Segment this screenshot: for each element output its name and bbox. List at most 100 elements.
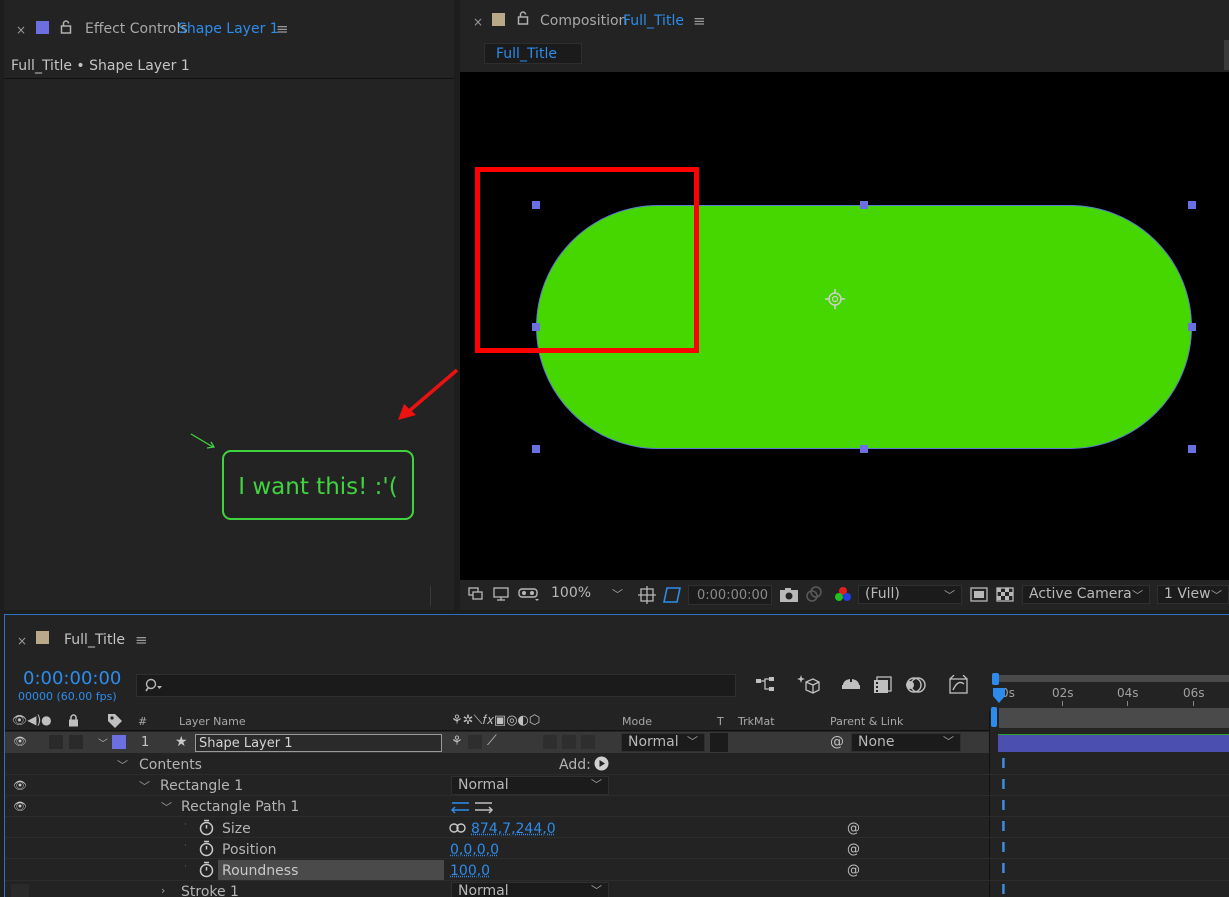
channel-rgb-icon[interactable]: [834, 586, 852, 608]
resize-handle[interactable]: [430, 586, 431, 606]
add-shape-icon[interactable]: [594, 756, 609, 775]
panel-menu-icon[interactable]: ≡: [135, 633, 148, 648]
stroke-blend-dropdown[interactable]: Normal ﹀: [451, 882, 609, 897]
vr-goggles-icon[interactable]: [518, 586, 540, 606]
resolution-dropdown[interactable]: (Full) ﹀: [858, 585, 962, 604]
column-mode: Mode: [622, 715, 652, 728]
chevron-down-icon[interactable]: ﹀: [139, 778, 150, 794]
transparency-grid-icon[interactable]: [996, 586, 1014, 608]
eye-icon[interactable]: 👁: [13, 800, 27, 813]
effect-controls-tab-layer[interactable]: Shape Layer 1: [178, 22, 279, 36]
zoom-dropdown[interactable]: 100% ﹀: [545, 585, 629, 604]
quality-switch-icon[interactable]: ⟋: [487, 734, 497, 748]
camera-dropdown[interactable]: Active Camera ﹀: [1022, 585, 1150, 604]
lock-toggle[interactable]: [69, 735, 83, 749]
scrollbar[interactable]: [1224, 40, 1229, 70]
column-layer-name[interactable]: Layer Name: [179, 716, 246, 727]
effect-controls-tab-label[interactable]: Effect Controls: [85, 22, 188, 36]
comp-flowchart-icon[interactable]: [755, 676, 777, 698]
solo-toggle[interactable]: [49, 735, 63, 749]
bounding-box-handle[interactable]: [532, 445, 540, 453]
stopwatch-icon[interactable]: [199, 861, 214, 882]
composition-tab-label[interactable]: Composition: [540, 14, 627, 28]
position-value[interactable]: 0,0,0,0: [450, 843, 499, 857]
timecode-field[interactable]: 0:00:00:00: [688, 585, 772, 605]
chevron-down-icon[interactable]: ﹀: [161, 799, 172, 815]
mask-visibility-icon[interactable]: [661, 585, 683, 609]
anchor-point-icon[interactable]: [824, 288, 846, 310]
effect-switch[interactable]: [543, 735, 557, 749]
comp-tab-button[interactable]: Full_Title: [484, 43, 582, 64]
roundness-value[interactable]: 100,0: [450, 864, 490, 878]
frame-rate-display: 00000 (60.00 fps): [18, 690, 117, 703]
lock-icon[interactable]: [517, 11, 529, 29]
always-preview-icon[interactable]: [468, 586, 484, 606]
panel-menu-icon[interactable]: ≡: [276, 22, 289, 37]
close-effect-controls-button[interactable]: ×: [16, 24, 26, 36]
views-dropdown[interactable]: 1 View ﹀: [1157, 585, 1229, 604]
expression-pickwhip-icon[interactable]: @: [847, 863, 860, 878]
work-area-start-handle[interactable]: [992, 673, 999, 685]
layer-name-field[interactable]: Shape Layer 1: [195, 734, 442, 752]
constrain-proportions-icon[interactable]: [449, 822, 467, 838]
expression-pickwhip-icon[interactable]: @: [847, 842, 860, 857]
camera-snapshot-icon[interactable]: [779, 586, 799, 607]
pane-divider[interactable]: [989, 711, 990, 897]
parent-dropdown[interactable]: None ﹀: [851, 733, 961, 752]
composition-viewer[interactable]: [460, 72, 1229, 580]
roundness-highlight[interactable]: Roundness: [218, 860, 444, 880]
column-t: T: [717, 715, 724, 728]
timeline-tab-title[interactable]: Full_Title: [64, 633, 125, 647]
chevron-right-icon[interactable]: ›: [161, 884, 165, 897]
frame-blend-switch[interactable]: [562, 735, 576, 749]
bounding-box-handle[interactable]: [1188, 323, 1196, 331]
composition-tab-name[interactable]: Full_Title: [623, 14, 684, 28]
av-features-icons: 👁◀)●: [12, 713, 52, 727]
grid-guides-icon[interactable]: [637, 585, 657, 609]
stroke-label[interactable]: Stroke 1: [181, 885, 239, 897]
bounding-box-handle[interactable]: [1188, 201, 1196, 209]
monitor-icon[interactable]: [493, 586, 509, 606]
rectangle-blend-dropdown[interactable]: Normal ﹀: [451, 776, 609, 795]
draft-3d-icon[interactable]: [797, 674, 821, 700]
search-input[interactable]: [136, 674, 736, 697]
region-of-interest-icon[interactable]: [970, 586, 988, 608]
size-value[interactable]: 874,7,244,0: [471, 822, 556, 836]
preserve-transparency-toggle[interactable]: [710, 733, 728, 752]
lock-icon[interactable]: [60, 20, 72, 38]
close-composition-button[interactable]: ×: [473, 16, 483, 28]
visibility-toggle[interactable]: [11, 884, 29, 897]
collapse-switch[interactable]: [468, 735, 482, 749]
playhead-icon[interactable]: [992, 687, 1006, 705]
ruler-tick: [1193, 701, 1194, 706]
bounding-box-handle[interactable]: [1188, 445, 1196, 453]
time-navigator-bar[interactable]: [999, 708, 1229, 728]
rectangle-label[interactable]: Rectangle 1: [160, 779, 243, 793]
show-snapshot-icon[interactable]: [805, 586, 823, 607]
frame-blending-icon[interactable]: [873, 676, 893, 698]
motion-blur-switch[interactable]: [581, 735, 595, 749]
layer-label-color[interactable]: [112, 735, 126, 749]
layer-row[interactable]: 👁 ﹀ 1 ★ Shape Layer 1 ⚘ ⟋ Normal ﹀ @ None…: [5, 732, 989, 753]
chevron-down-icon[interactable]: ﹀: [117, 757, 128, 773]
shy-switch-icon[interactable]: ⚘: [451, 735, 463, 748]
layer-mode-dropdown[interactable]: Normal ﹀: [621, 733, 705, 752]
shy-layers-icon[interactable]: [840, 676, 862, 698]
motion-blur-icon[interactable]: [905, 676, 927, 698]
chevron-down-icon[interactable]: ﹀: [98, 735, 108, 750]
time-navigator-start[interactable]: [991, 707, 997, 727]
close-timeline-button[interactable]: ×: [17, 635, 27, 647]
graph-editor-icon[interactable]: [948, 674, 970, 699]
layer-duration-bar[interactable]: [998, 734, 1229, 752]
eye-icon[interactable]: 👁: [13, 779, 27, 792]
work-area-bar[interactable]: [995, 675, 1229, 682]
rectangle-path-label[interactable]: Rectangle Path 1: [181, 800, 299, 814]
add-label: Add:: [559, 757, 591, 773]
current-time-display[interactable]: 0:00:00:00: [23, 670, 121, 688]
eye-icon[interactable]: 👁: [13, 735, 27, 748]
bounding-box-handle[interactable]: [860, 445, 868, 453]
pick-whip-icon[interactable]: @: [830, 735, 844, 749]
expression-pickwhip-icon[interactable]: @: [847, 821, 860, 836]
panel-menu-icon[interactable]: ≡: [693, 14, 706, 29]
bounding-box-handle[interactable]: [860, 201, 868, 209]
